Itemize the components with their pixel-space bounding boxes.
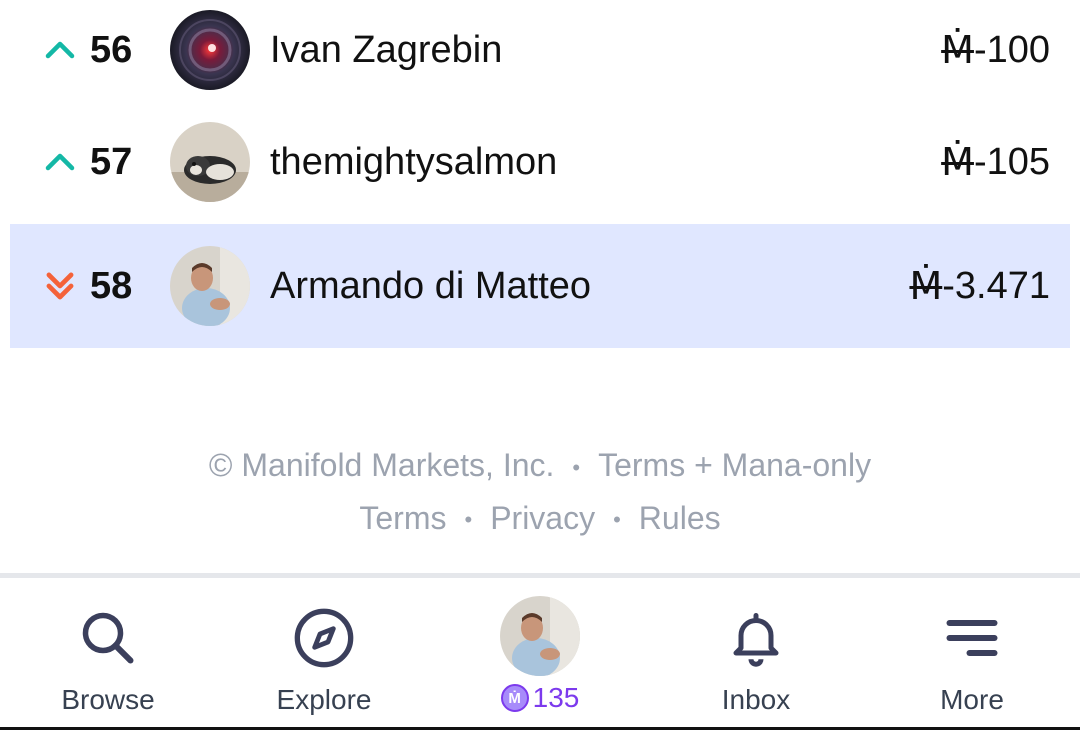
- compass-icon: [292, 606, 356, 670]
- avatar[interactable]: [170, 122, 250, 202]
- footer-line-2: Terms • Privacy • Rules: [0, 493, 1080, 546]
- mana-icon: Ṁ: [941, 140, 974, 184]
- leaderboard-row-current-user[interactable]: 58 Armando di Matteo Ṁ -3.471: [10, 224, 1070, 348]
- nav-label: Browse: [61, 684, 155, 715]
- profit-amount: Ṁ -105: [941, 140, 1050, 184]
- avatar[interactable]: [170, 246, 250, 326]
- nav-label: Inbox: [721, 684, 791, 715]
- separator-dot: •: [613, 507, 621, 533]
- nav-more[interactable]: More: [864, 578, 1080, 730]
- nav-explore[interactable]: Explore: [216, 578, 432, 730]
- terms-mana-only-link[interactable]: Terms + Mana-only: [598, 447, 871, 483]
- privacy-link[interactable]: Privacy: [490, 500, 595, 536]
- mana-balance: Ṁ 135: [500, 682, 579, 714]
- nav-label: More: [940, 684, 1004, 715]
- bottom-nav-bar: Browse Explore Ṁ 135 Inbox More: [0, 573, 1080, 730]
- leaderboard: 56 Ivan Zagrebin Ṁ -100 57 themightysalm…: [10, 0, 1070, 348]
- user-name[interactable]: Armando di Matteo: [270, 265, 591, 308]
- menu-icon: [940, 606, 1004, 670]
- chevron-up-icon: [40, 30, 80, 70]
- nav-profile[interactable]: Ṁ 135: [432, 578, 648, 730]
- rules-link[interactable]: Rules: [639, 500, 721, 536]
- search-icon: [76, 606, 140, 670]
- nav-inbox[interactable]: Inbox: [648, 578, 864, 730]
- bell-icon: [724, 606, 788, 670]
- mana-coin-icon: Ṁ: [500, 684, 529, 712]
- leaderboard-row[interactable]: 56 Ivan Zagrebin Ṁ -100: [10, 0, 1070, 100]
- nav-label: Explore: [276, 684, 372, 715]
- profit-amount: Ṁ -3.471: [909, 264, 1050, 308]
- rank-number: 57: [90, 140, 133, 183]
- chevron-up-icon: [40, 142, 80, 182]
- user-name[interactable]: themightysalmon: [270, 141, 557, 184]
- separator-dot: •: [464, 507, 473, 533]
- rank-number: 58: [90, 264, 133, 307]
- mana-icon: Ṁ: [941, 28, 974, 72]
- footer-line-1: © Manifold Markets, Inc. • Terms + Mana-on…: [0, 440, 1080, 493]
- avatar[interactable]: [170, 10, 250, 90]
- separator-dot: •: [572, 454, 581, 480]
- user-name[interactable]: Ivan Zagrebin: [270, 29, 502, 72]
- avatar: [500, 596, 580, 676]
- leaderboard-row[interactable]: 57 themightysalmon Ṁ -105: [10, 100, 1070, 224]
- profit-amount: Ṁ -100: [941, 28, 1050, 72]
- double-chevron-down-icon: [40, 266, 80, 306]
- footer: © Manifold Markets, Inc. • Terms + Mana-on…: [0, 440, 1080, 545]
- mana-icon: Ṁ: [909, 264, 943, 308]
- terms-link[interactable]: Terms: [359, 500, 446, 536]
- rank-number: 56: [90, 28, 133, 71]
- nav-browse[interactable]: Browse: [0, 578, 216, 730]
- copyright-text: © Manifold Markets, Inc.: [208, 447, 555, 483]
